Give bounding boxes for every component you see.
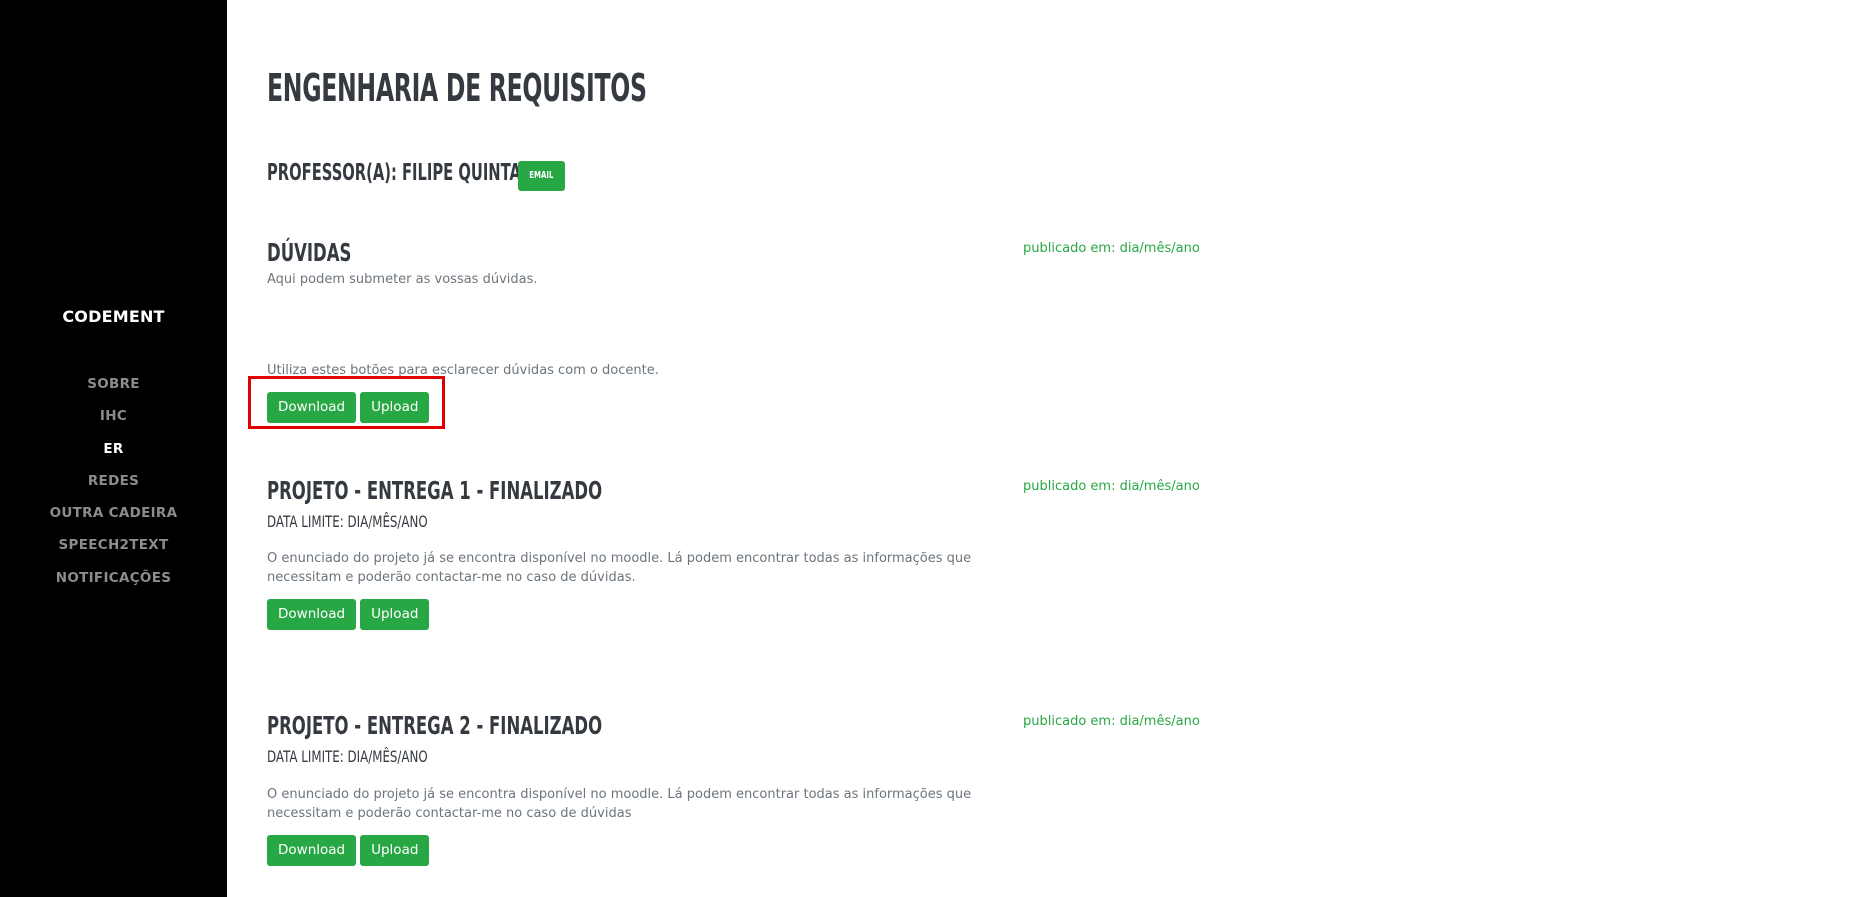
sidebar-item-outra-cadeira[interactable]: OUTRA CADEIRA bbox=[0, 503, 227, 535]
page-title: ENGENHARIA DE REQUISITOS bbox=[267, 66, 647, 110]
email-button-label: EMAIL bbox=[529, 170, 554, 181]
professor-line: PROFESSOR(A): FILIPE QUINTAL EMAIL bbox=[267, 160, 565, 191]
sidebar-item-speech2text[interactable]: SPEECH2TEXT bbox=[0, 535, 227, 567]
published-date: publicado em: dia/mês/ano bbox=[1023, 714, 1200, 729]
sidebar: CODEMENT SOBRE IHC ER REDES OUTRA CADEIR… bbox=[0, 0, 227, 897]
section-description: O enunciado do projeto já se encontra di… bbox=[267, 551, 972, 585]
upload-button[interactable]: Upload bbox=[360, 599, 430, 630]
upload-button[interactable]: Upload bbox=[360, 835, 430, 866]
sidebar-item-er[interactable]: ER bbox=[0, 439, 227, 471]
download-button[interactable]: Download bbox=[267, 599, 357, 630]
section-title: PROJETO - ENTREGA 1 - FINALIZADO bbox=[267, 476, 603, 505]
sidebar-item-ihc[interactable]: IHC bbox=[0, 406, 227, 438]
download-button[interactable]: Download bbox=[267, 392, 357, 423]
brand-logo[interactable]: CODEMENT bbox=[0, 307, 227, 326]
published-date: publicado em: dia/mês/ano bbox=[1023, 479, 1200, 494]
deadline-label: DATA LIMITE: DIA/MÊS/ANO bbox=[267, 747, 428, 766]
professor-name: PROFESSOR(A): FILIPE QUINTAL bbox=[267, 160, 531, 186]
section-description: O enunciado do projeto já se encontra di… bbox=[267, 787, 972, 821]
sidebar-item-notificacoes[interactable]: NOTIFICAÇÕES bbox=[0, 568, 227, 600]
section-description: Utiliza estes botões para esclarecer dúv… bbox=[267, 363, 659, 378]
main-content: ENGENHARIA DE REQUISITOS PROFESSOR(A): F… bbox=[267, 0, 1827, 897]
sidebar-nav: SOBRE IHC ER REDES OUTRA CADEIRA SPEECH2… bbox=[0, 374, 227, 600]
sidebar-item-redes[interactable]: REDES bbox=[0, 471, 227, 503]
button-group: Download Upload bbox=[267, 392, 430, 423]
app-layout: CODEMENT SOBRE IHC ER REDES OUTRA CADEIR… bbox=[0, 0, 1873, 897]
section-title: DÚVIDAS bbox=[267, 238, 352, 267]
button-group: Download Upload bbox=[267, 835, 430, 866]
sidebar-item-sobre[interactable]: SOBRE bbox=[0, 374, 227, 406]
deadline-label: DATA LIMITE: DIA/MÊS/ANO bbox=[267, 512, 428, 531]
email-button[interactable]: EMAIL bbox=[518, 161, 565, 191]
download-button[interactable]: Download bbox=[267, 835, 357, 866]
section-intro: Aqui podem submeter as vossas dúvidas. bbox=[267, 272, 538, 287]
published-date: publicado em: dia/mês/ano bbox=[1023, 241, 1200, 256]
section-title: PROJETO - ENTREGA 2 - FINALIZADO bbox=[267, 711, 603, 740]
upload-button[interactable]: Upload bbox=[360, 392, 430, 423]
button-group: Download Upload bbox=[267, 599, 430, 630]
